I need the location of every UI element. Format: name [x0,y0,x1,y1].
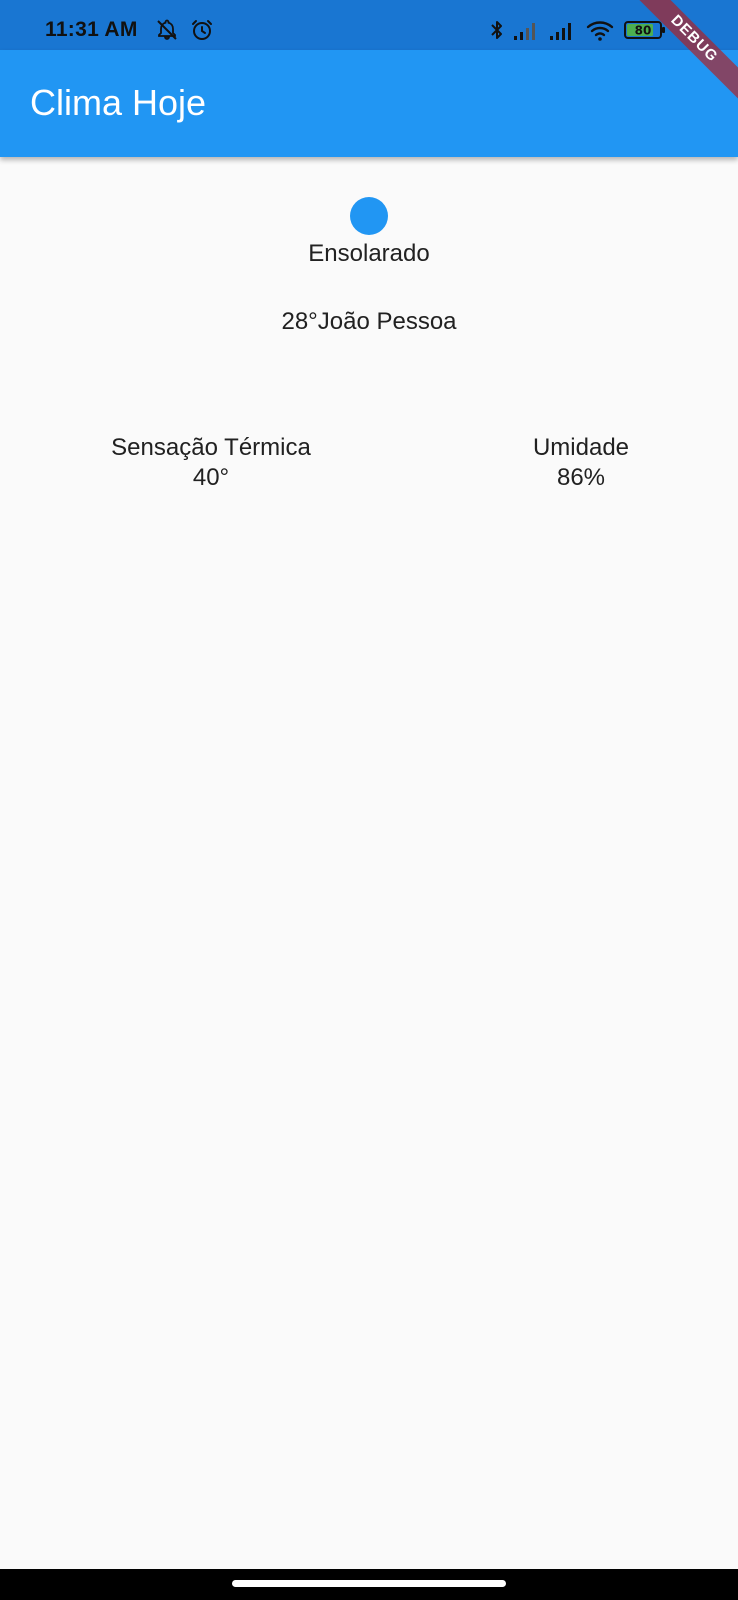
humidity-label: Umidade [532,434,630,461]
page-title: Clima Hoje [30,82,207,123]
weather-dot-icon [350,197,388,235]
battery-level: 80 [635,24,652,38]
weather-condition: Ensolarado [308,240,430,267]
notifications-off-icon [157,19,177,40]
signal-icon [550,23,571,40]
humidity-value: 86% [556,464,606,491]
navigation-bar [0,1569,738,1600]
feels-like-block: Sensação Térmica 40° [81,433,341,493]
home-indicator[interactable] [232,1580,506,1587]
status-time: 11:31 AM [45,18,138,41]
app-bar: Clima Hoje [0,50,738,157]
alarm-icon [192,20,212,40]
humidity-block: Umidade 86% [451,433,711,493]
status-bar: 11:31 AM 80 [0,0,738,50]
feels-like-label: Sensação Térmica [111,434,311,461]
temperature-city: 28°João Pessoa [281,308,457,335]
bluetooth-icon [491,21,502,39]
battery-icon: 80 [624,21,665,39]
signal-icon [514,23,535,40]
wifi-icon [586,21,614,41]
feels-like-value: 40° [192,464,230,491]
